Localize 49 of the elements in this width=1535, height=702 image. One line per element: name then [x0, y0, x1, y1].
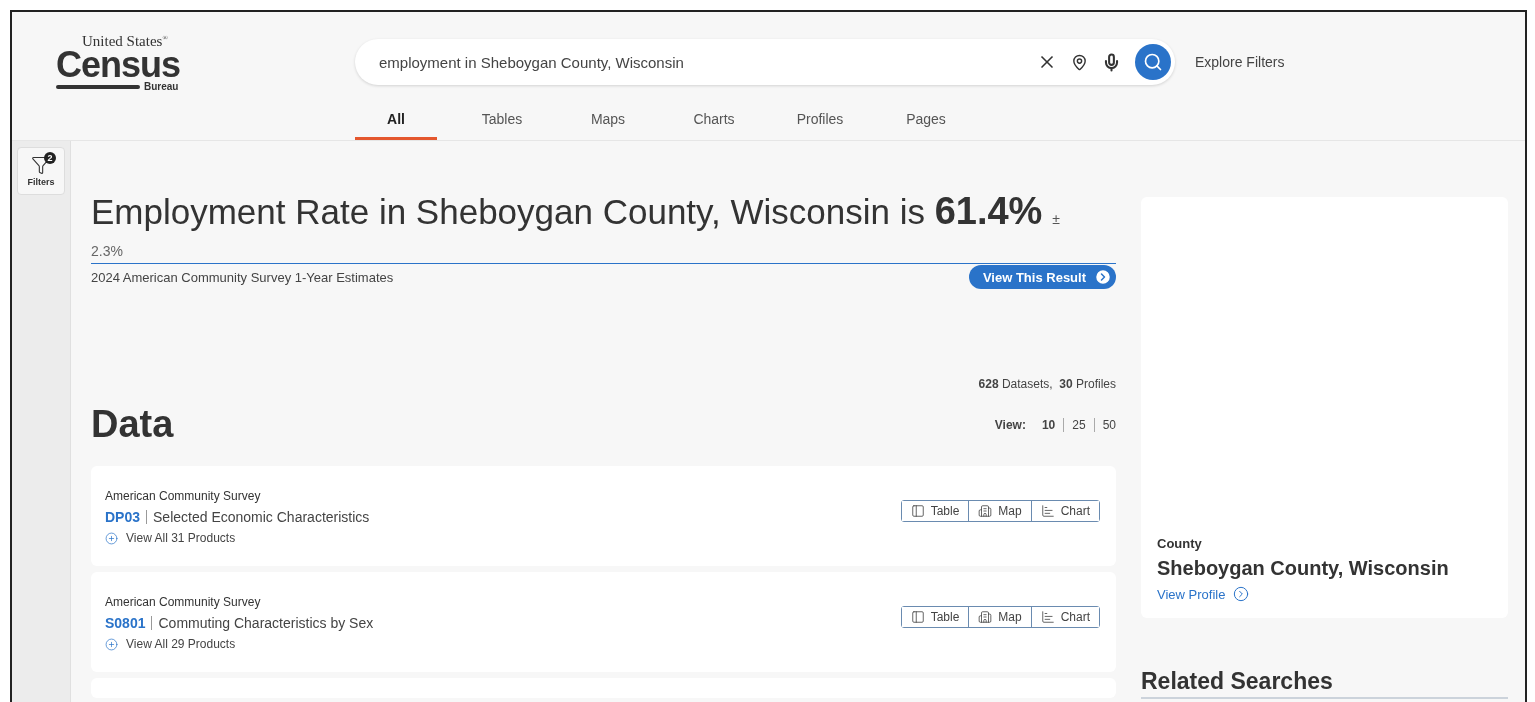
geography-type: County — [1157, 536, 1203, 551]
related-heading: Related Searches — [1141, 668, 1508, 699]
tab[interactable]: Profiles — [779, 106, 861, 140]
view-profile-link[interactable]: View Profile — [1157, 586, 1492, 602]
microphone-icon[interactable] — [1102, 52, 1121, 72]
page-size-option[interactable]: 25 — [1063, 417, 1086, 432]
explore-filters-link[interactable]: Explore Filters — [1195, 54, 1285, 70]
plus-circle-icon — [105, 637, 118, 651]
view-all-link[interactable]: View All 29 Products — [105, 637, 374, 652]
table-title: Commuting Characteristics by Sex — [158, 615, 374, 632]
search-icon — [1143, 52, 1163, 72]
bar-chart-icon — [1040, 504, 1055, 519]
tab[interactable]: Charts — [673, 106, 755, 140]
table-code-link[interactable]: DP03 — [105, 509, 141, 526]
tab[interactable]: Maps — [567, 106, 649, 140]
page-size-option[interactable]: 10 — [1033, 417, 1056, 432]
survey-name: American Community Survey — [105, 595, 262, 610]
buildings-icon — [978, 504, 993, 519]
search-bar[interactable]: employment in Sheboygan County, Wisconsin — [355, 39, 1175, 85]
chevron-circle-icon — [1233, 586, 1250, 602]
view-as-button[interactable]: Chart — [1030, 607, 1099, 628]
view-label: View: — [994, 417, 1026, 432]
panel-icon — [910, 610, 925, 625]
answer-headline: Employment Rate in Sheboygan County, Wisconsin is 61.4% ± 2.3% — [91, 189, 1061, 260]
geography-name: Sheboygan County, Wisconsin — [1157, 557, 1450, 580]
view-as-button[interactable]: Chart — [1030, 501, 1099, 522]
plus-circle-icon — [105, 531, 118, 545]
result-counts: 628 Datasets, 30 Profiles — [978, 377, 1116, 392]
buildings-icon — [978, 610, 993, 625]
section-heading: Data — [91, 403, 174, 447]
view-all-link[interactable]: View All 31 Products — [105, 531, 370, 546]
table-title: Selected Economic Characteristics — [153, 509, 370, 526]
survey-name: American Community Survey — [105, 489, 262, 504]
page-size-option[interactable]: 50 — [1093, 417, 1116, 432]
tab[interactable]: Pages — [885, 106, 967, 140]
chevron-circle-icon — [1094, 268, 1112, 287]
count-badge: 2 — [44, 152, 56, 164]
search-field[interactable]: employment in Sheboygan County, Wisconsin — [377, 52, 1023, 72]
panel-icon — [910, 504, 925, 519]
view-result-button[interactable]: View This Result — [968, 265, 1116, 290]
search-button[interactable] — [1135, 44, 1171, 80]
table-code-link[interactable]: S0801 — [105, 615, 146, 632]
map-pin-icon[interactable] — [1071, 53, 1088, 71]
tab[interactable]: Tables — [461, 106, 543, 140]
census-logo[interactable]: United States$^{®}$ Census Bureau — [12, 12, 196, 140]
bar-chart-icon — [1040, 610, 1055, 625]
source-text: 2024 American Community Survey 1-Year Estimates — [91, 269, 394, 285]
tab[interactable]: All — [355, 106, 437, 140]
filters-button[interactable]: Filters 2 — [17, 147, 65, 195]
